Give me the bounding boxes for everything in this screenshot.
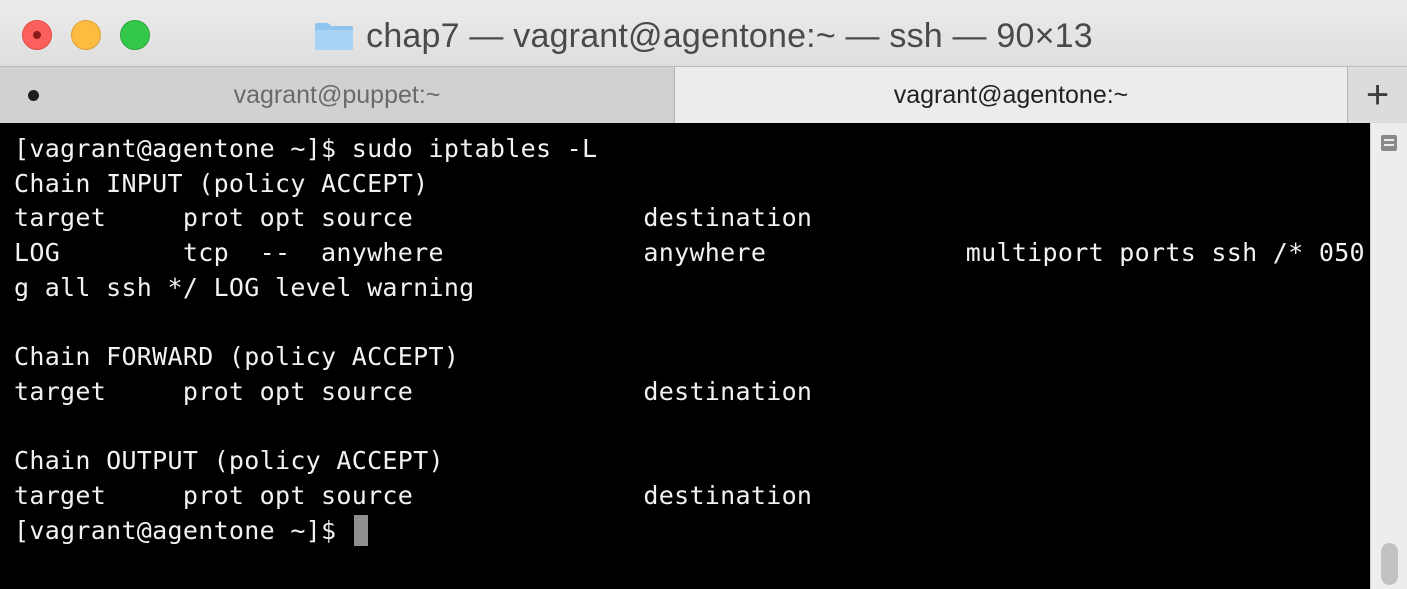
cursor xyxy=(353,514,368,546)
activity-dot-icon xyxy=(28,90,39,101)
terminal-line: target prot opt source destination xyxy=(14,203,813,233)
terminal-line: Chain OUTPUT (policy ACCEPT) xyxy=(14,446,444,476)
window-title: chap7 — vagrant@agentone:~ — ssh — 90×13 xyxy=(366,16,1093,55)
terminal-output[interactable]: [vagrant@agentone ~]$ sudo iptables -L C… xyxy=(0,123,1370,589)
folder-icon xyxy=(314,21,354,51)
terminal-line: Chain FORWARD (policy ACCEPT) xyxy=(14,342,460,372)
prompt-text: [vagrant@agentone ~]$ xyxy=(14,515,352,545)
terminal-line: g all ssh */ LOG level warning xyxy=(14,272,475,302)
tab-vagrant-agentone[interactable]: vagrant@agentone:~ xyxy=(675,67,1348,123)
terminal-line: LOG tcp -- anywhere anywhere multiport p… xyxy=(14,238,1370,268)
terminal-line: target prot opt source destination xyxy=(14,376,813,406)
terminal-line: [vagrant@agentone ~]$ sudo iptables -L xyxy=(14,134,598,163)
prompt-line[interactable]: [vagrant@agentone ~]$ xyxy=(14,514,1370,549)
tab-label: vagrant@puppet:~ xyxy=(233,80,441,109)
scrollbar[interactable] xyxy=(1370,123,1407,589)
scroll-menu-icon[interactable] xyxy=(1381,135,1397,151)
plus-icon[interactable]: + xyxy=(1348,67,1407,123)
tab-label: vagrant@agentone:~ xyxy=(893,80,1129,109)
terminal-lines: [vagrant@agentone ~]$ sudo iptables -L C… xyxy=(14,132,1370,548)
window-title-area: chap7 — vagrant@agentone:~ — ssh — 90×13 xyxy=(0,14,1407,58)
tab-bar: vagrant@puppet:~ vagrant@agentone:~ + xyxy=(0,66,1407,123)
title-bar[interactable]: chap7 — vagrant@agentone:~ — ssh — 90×13 xyxy=(0,0,1407,76)
scroll-thumb[interactable] xyxy=(1381,543,1398,585)
tab-vagrant-puppet[interactable]: vagrant@puppet:~ xyxy=(0,67,675,123)
terminal-window: chap7 — vagrant@agentone:~ — ssh — 90×13… xyxy=(0,0,1407,589)
terminal-line: Chain INPUT (policy ACCEPT) xyxy=(14,168,429,198)
terminal-line: target prot opt source destination xyxy=(14,480,813,510)
